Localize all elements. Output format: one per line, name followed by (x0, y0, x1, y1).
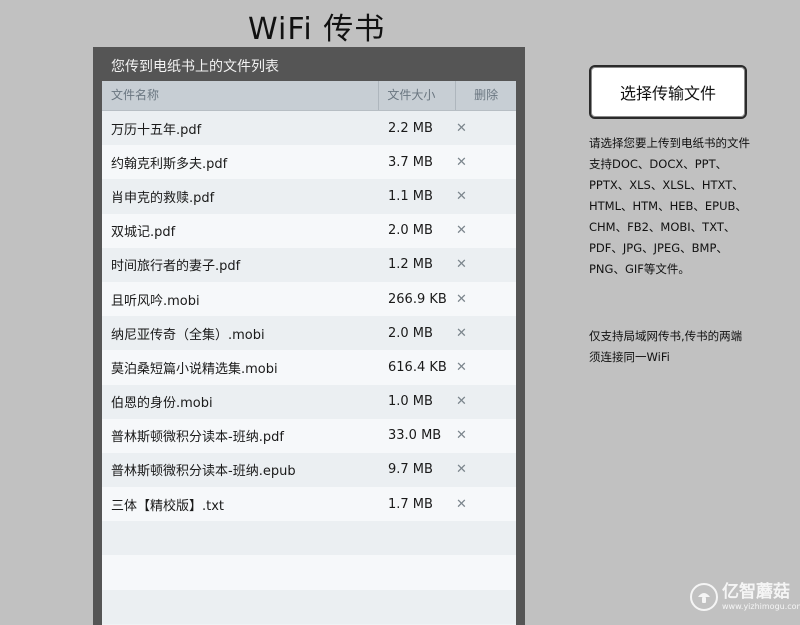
file-name: 伯恩的身份.mobi (111, 396, 213, 412)
network-line: 仅支持局域网传书,传书的两端 (589, 329, 743, 343)
formats-line: 支持DOC、DOCX、PPT、 (589, 157, 728, 171)
file-size: 2.2 MB (388, 120, 433, 136)
file-name: 肖申克的救赎.pdf (111, 190, 215, 206)
mushroom-icon (698, 593, 710, 603)
delete-icon[interactable]: ✕ (456, 189, 476, 204)
delete-icon[interactable]: ✕ (456, 428, 476, 443)
file-table: 文件名称 文件大小 删除 万历十五年.pdf 2.2 MB ✕ 约翰克利斯多夫.pdf… (102, 81, 516, 625)
table-row: 伯恩的身份.mobi 1.0 MB ✕ (102, 384, 516, 419)
file-size: 9.7 MB (388, 462, 433, 478)
file-size: 1.0 MB (388, 394, 433, 410)
file-size: 1.2 MB (388, 257, 433, 273)
file-name: 纳尼亚传奇（全集）.mobi (111, 327, 265, 343)
mushroom-logo-icon (690, 583, 718, 611)
network-line: 须连接同一WiFi (589, 350, 670, 364)
table-row (102, 589, 516, 624)
table-row: 纳尼亚传奇（全集）.mobi 2.0 MB ✕ (102, 316, 516, 351)
select-file-button[interactable]: 选择传输文件 (589, 65, 747, 119)
file-size: 1.1 MB (388, 188, 433, 204)
formats-line: PPTX、XLS、XLSL、HTXT、 (589, 178, 744, 192)
delete-icon[interactable]: ✕ (456, 394, 476, 409)
delete-icon[interactable]: ✕ (456, 155, 476, 170)
delete-icon[interactable]: ✕ (456, 497, 476, 512)
table-row: 万历十五年.pdf 2.2 MB ✕ (102, 111, 516, 146)
table-row (102, 555, 516, 590)
page-title: WiFi 传书 (248, 12, 386, 47)
file-size: 3.7 MB (388, 154, 433, 170)
delete-icon[interactable]: ✕ (456, 292, 476, 307)
table-row: 普林斯顿微积分读本-班纳.epub 9.7 MB ✕ (102, 452, 516, 488)
table-row: 且听风吟.mobi 266.9 KB ✕ (102, 281, 516, 317)
column-header-delete: 删除 (455, 81, 516, 110)
table-body: 万历十五年.pdf 2.2 MB ✕ 约翰克利斯多夫.pdf 3.7 MB ✕ 肖申克的救赎… (102, 111, 516, 624)
file-size: 1.7 MB (388, 496, 433, 512)
table-row: 时间旅行者的妻子.pdf 1.2 MB ✕ (102, 247, 516, 282)
watermark: 亿智蘑菇 www.yizhimogu.com (690, 583, 800, 611)
watermark-name: 亿智蘑菇 (722, 581, 790, 602)
file-name: 三体【精校版】.txt (111, 498, 225, 514)
formats-line: 请选择您要上传到电纸书的文件 (589, 136, 750, 150)
column-header-name: 文件名称 (111, 88, 160, 102)
delete-icon[interactable]: ✕ (456, 223, 476, 238)
file-size: 2.0 MB (388, 325, 433, 341)
file-name: 双城记.pdf (111, 225, 176, 241)
network-notice-text: 仅支持局域网传书,传书的两端 须连接同一WiFi (589, 326, 769, 368)
table-row: 普林斯顿微积分读本-班纳.pdf 33.0 MB ✕ (102, 418, 516, 453)
file-size: 33.0 MB (388, 428, 442, 444)
file-name: 普林斯顿微积分读本-班纳.epub (111, 464, 296, 480)
table-header: 文件名称 文件大小 删除 (102, 81, 516, 111)
supported-formats-text: 请选择您要上传到电纸书的文件 支持DOC、DOCX、PPT、 PPTX、XLS、… (589, 133, 769, 280)
file-name: 万历十五年.pdf (111, 122, 202, 138)
delete-icon[interactable]: ✕ (456, 326, 476, 341)
file-name: 约翰克利斯多夫.pdf (111, 156, 228, 172)
delete-icon[interactable]: ✕ (456, 257, 476, 272)
delete-icon[interactable]: ✕ (456, 360, 476, 375)
table-row: 约翰克利斯多夫.pdf 3.7 MB ✕ (102, 145, 516, 180)
file-size: 616.4 KB (388, 359, 447, 375)
file-name: 时间旅行者的妻子.pdf (111, 259, 241, 275)
file-size: 2.0 MB (388, 223, 433, 239)
panel-title: 您传到电纸书上的文件列表 (111, 59, 279, 75)
delete-icon[interactable]: ✕ (456, 462, 476, 477)
file-name: 莫泊桑短篇小说精选集.mobi (111, 361, 278, 377)
table-row: 肖申克的救赎.pdf 1.1 MB ✕ (102, 179, 516, 214)
table-row: 三体【精校版】.txt 1.7 MB ✕ (102, 487, 516, 522)
table-row: 莫泊桑短篇小说精选集.mobi 616.4 KB ✕ (102, 350, 516, 385)
file-name: 且听风吟.mobi (111, 293, 200, 309)
table-row: 双城记.pdf 2.0 MB ✕ (102, 213, 516, 248)
delete-icon[interactable]: ✕ (456, 121, 476, 136)
file-size: 266.9 KB (388, 291, 447, 307)
formats-line: PDF、JPG、JPEG、BMP、 (589, 241, 728, 255)
formats-line: PNG、GIF等文件。 (589, 262, 690, 276)
watermark-url: www.yizhimogu.com (722, 601, 800, 611)
column-header-size: 文件大小 (378, 81, 455, 110)
file-name: 普林斯顿微积分读本-班纳.pdf (111, 430, 284, 446)
formats-line: CHM、FB2、MOBI、TXT、 (589, 220, 736, 234)
file-list-panel: 您传到电纸书上的文件列表 文件名称 文件大小 删除 万历十五年.pdf 2.2 M… (93, 47, 525, 625)
table-row (102, 521, 516, 556)
formats-line: HTML、HTM、HEB、EPUB、 (589, 199, 747, 213)
